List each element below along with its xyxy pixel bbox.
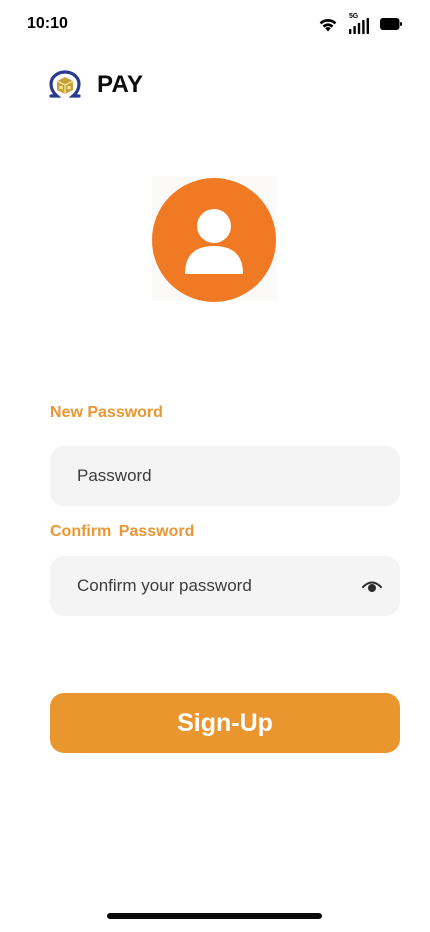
status-time: 10:10 — [27, 15, 68, 32]
new-password-field[interactable] — [50, 446, 400, 506]
user-icon — [152, 178, 276, 302]
signup-button[interactable]: Sign-Up — [50, 693, 400, 753]
battery-icon — [380, 18, 402, 30]
avatar[interactable] — [152, 178, 276, 302]
confirm-password-field[interactable] — [50, 556, 400, 616]
confirm-password-input[interactable] — [50, 556, 400, 616]
wifi-icon — [318, 16, 338, 32]
logo-text: PAY — [97, 71, 144, 98]
new-password-input[interactable] — [50, 446, 400, 506]
status-icons: 5G — [318, 13, 402, 34]
home-indicator[interactable] — [107, 913, 322, 919]
signal-group: 5G — [349, 13, 369, 34]
eye-icon[interactable] — [362, 577, 382, 595]
signal-icon — [349, 18, 369, 34]
confirm-password-label: Confirm Password — [50, 523, 195, 540]
app-logo: PAY — [47, 70, 143, 100]
avatar-container[interactable] — [152, 176, 277, 302]
omega-box-logo-icon — [47, 70, 97, 100]
new-password-label: New Password — [50, 404, 163, 421]
status-bar: 10:10 5G — [0, 0, 430, 50]
